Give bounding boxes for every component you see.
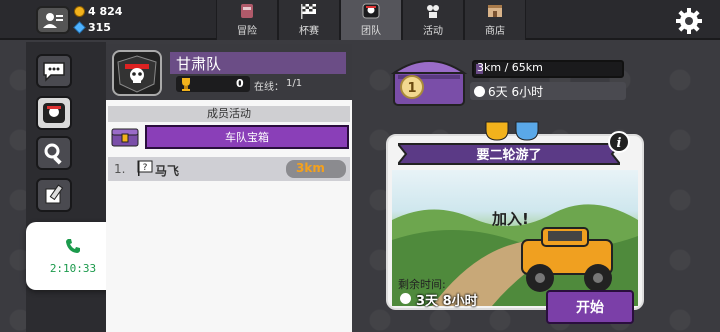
search-icon xyxy=(44,143,62,165)
trophy-icon xyxy=(182,78,190,91)
search-button[interactable] xyxy=(36,136,72,170)
coin-balance: 4 824 xyxy=(74,5,122,18)
coin-amount: 4 824 xyxy=(88,5,123,18)
phone-icon xyxy=(66,238,80,253)
shop-icon xyxy=(488,5,502,17)
team-chest-button[interactable]: 车队宝箱 xyxy=(145,125,349,149)
cup-trophies-icon xyxy=(485,121,539,141)
tab-label: 冒险 xyxy=(237,26,257,37)
team-chest-icon xyxy=(111,128,139,147)
settings-gear-icon[interactable] xyxy=(674,6,704,36)
activity-title: 成员活动 xyxy=(207,107,251,120)
trophy-count: 0 xyxy=(236,77,244,90)
gem-amount: 315 xyxy=(88,21,111,34)
member-flag-icon: ? xyxy=(137,160,153,176)
profile-button[interactable] xyxy=(36,6,70,34)
clock-icon xyxy=(474,86,485,97)
member-distance: 3km xyxy=(296,161,325,175)
gem-icon xyxy=(73,21,86,34)
team-chest-large-icon: 1 xyxy=(390,60,468,106)
event-title: 要二轮游了 xyxy=(476,148,542,163)
tab-label: 活动 xyxy=(423,26,443,37)
tab-label: 商店 xyxy=(485,26,505,37)
tab-shop[interactable]: 商店 xyxy=(464,0,526,40)
clock-icon xyxy=(400,293,411,304)
member-name: 马飞 xyxy=(155,164,180,178)
online-label: 在线： xyxy=(254,82,284,93)
member-rank: 1. xyxy=(114,162,126,176)
main-tabs: 冒险 杯赛 团队 活动 商店 xyxy=(216,0,526,40)
chat-button[interactable] xyxy=(36,54,72,88)
tab-label: 团队 xyxy=(361,26,381,37)
game-screen: 4 824 315 冒险 杯赛 团队 活动 商店 2:10:33 甘肃队 0 在… xyxy=(0,0,720,332)
tab-team[interactable]: 团队 xyxy=(340,0,402,40)
adventure-icon xyxy=(241,4,253,18)
team-badge-button[interactable] xyxy=(36,96,72,130)
start-button-label: 开始 xyxy=(576,300,604,316)
tab-events[interactable]: 活动 xyxy=(402,0,464,40)
team-badge xyxy=(112,50,162,96)
gem-balance: 315 xyxy=(73,21,111,34)
svg-text:i: i xyxy=(617,136,622,151)
svg-text:?: ? xyxy=(143,163,148,173)
team-name: 甘肃队 xyxy=(176,55,222,73)
chat-bubble-icon xyxy=(43,62,65,82)
tab-adventure[interactable]: 冒险 xyxy=(216,0,278,40)
skull-emblem-icon xyxy=(117,55,157,93)
event-join-text: 加入! xyxy=(492,210,529,228)
pencil-sheet-icon xyxy=(45,184,64,204)
tab-label: 杯赛 xyxy=(299,26,319,37)
coin-icon xyxy=(74,6,85,17)
start-button[interactable]: 开始 xyxy=(546,290,634,324)
team-chest-label: 车队宝箱 xyxy=(225,131,269,144)
chest-level: 1 xyxy=(407,81,416,96)
call-duration: 2:10:33 xyxy=(49,261,97,275)
skull-badge-icon xyxy=(43,103,65,123)
events-icon xyxy=(427,5,439,18)
team-icon xyxy=(362,3,380,19)
online-count: 1/1 xyxy=(286,78,303,89)
info-icon[interactable]: i xyxy=(608,131,630,153)
chest-timer: 6天 6小时 xyxy=(488,85,544,99)
profile-icon xyxy=(43,13,63,28)
tab-cup[interactable]: 杯赛 xyxy=(278,0,340,40)
checkered-flag-icon xyxy=(301,4,316,19)
chest-progress-text: 3km / 65km xyxy=(477,61,543,74)
time-left-value: 3天 8小时 xyxy=(416,294,478,309)
create-team-button[interactable] xyxy=(36,178,72,212)
